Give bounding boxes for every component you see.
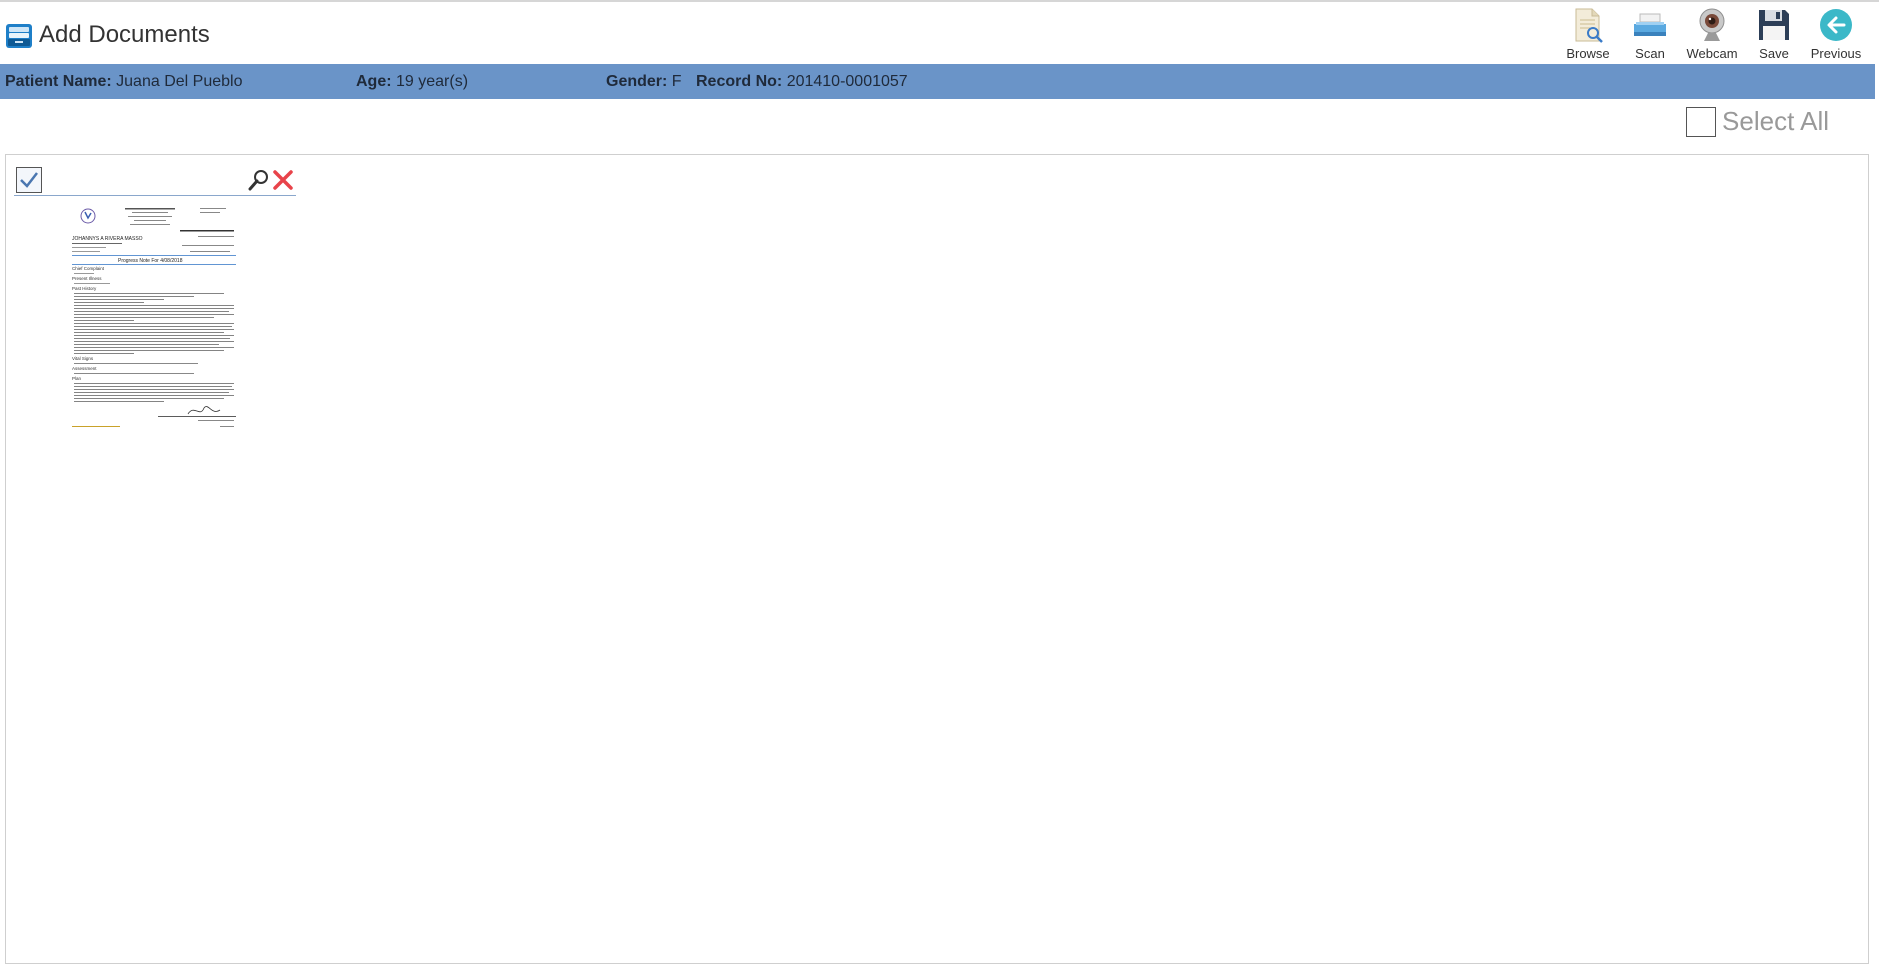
- previous-button[interactable]: Previous: [1807, 6, 1865, 61]
- previous-label: Previous: [1810, 46, 1862, 61]
- svg-text:JOHANNYS A RIVERA MASSO: JOHANNYS A RIVERA MASSO: [72, 236, 143, 242]
- title-area: Add Documents: [4, 20, 210, 50]
- patient-name-label: Patient Name:: [5, 73, 112, 90]
- patient-name-field: Patient Name: Juana Del Pueblo: [5, 73, 242, 91]
- document-card[interactable]: JOHANNYS A RIVERA MASSO Progress Note Fo…: [14, 165, 296, 436]
- age-field: Age: 19 year(s): [356, 73, 468, 91]
- webcam-button[interactable]: Webcam: [1683, 6, 1741, 61]
- document-card-header: [14, 165, 296, 196]
- svg-text:Present Illness: Present Illness: [72, 276, 102, 281]
- floppy-disk-icon: [1759, 10, 1789, 40]
- record-value: 201410-0001057: [786, 73, 908, 90]
- webcam-icon: [1699, 8, 1725, 41]
- arrow-left-circle-icon: [1820, 9, 1852, 41]
- browse-document-icon: [1575, 8, 1603, 43]
- svg-text:Vital Signs: Vital Signs: [72, 356, 94, 361]
- browse-button[interactable]: Browse: [1559, 6, 1617, 61]
- scanner-icon: [1634, 13, 1666, 36]
- document-thumbnail[interactable]: JOHANNYS A RIVERA MASSO Progress Note Fo…: [70, 204, 240, 436]
- record-field: Record No: 201410-0001057: [696, 73, 908, 91]
- page-title: Add Documents: [39, 21, 210, 48]
- header: Add Documents Browse Scan Webcam Save Pr…: [0, 4, 1879, 62]
- magnifier-icon[interactable]: [248, 169, 270, 191]
- scan-label: Scan: [1635, 46, 1665, 61]
- gender-value: F: [671, 73, 682, 90]
- toolbar: Browse Scan Webcam Save Previous: [1555, 6, 1865, 61]
- svg-text:Past History: Past History: [72, 286, 97, 291]
- documents-area: JOHANNYS A RIVERA MASSO Progress Note Fo…: [5, 154, 1869, 964]
- webcam-label: Webcam: [1686, 46, 1738, 61]
- svg-text:Assessment: Assessment: [72, 366, 97, 371]
- checkmark-icon: [20, 172, 38, 188]
- patient-info-bar: Patient Name: Juana Del Pueblo Age: 19 y…: [0, 64, 1875, 99]
- gender-label: Gender:: [606, 73, 668, 90]
- svg-text:Progress Note For 4/08/2018: Progress Note For 4/08/2018: [118, 258, 183, 264]
- patient-name-value: Juana Del Pueblo: [116, 73, 243, 90]
- record-label: Record No:: [696, 73, 783, 90]
- save-button[interactable]: Save: [1745, 6, 1803, 61]
- save-label: Save: [1759, 46, 1789, 61]
- age-value: 19 year(s): [396, 73, 469, 90]
- select-all-toggle[interactable]: Select All: [1686, 106, 1829, 137]
- svg-text:Plan: Plan: [72, 376, 82, 381]
- gender-field: Gender: F: [606, 73, 682, 91]
- delete-icon[interactable]: [272, 169, 294, 191]
- age-label: Age:: [356, 73, 392, 90]
- scan-button[interactable]: Scan: [1621, 6, 1679, 61]
- document-preview-image: JOHANNYS A RIVERA MASSO Progress Note Fo…: [72, 208, 236, 427]
- document-drawer-icon: [6, 24, 32, 48]
- select-all-label: Select All: [1722, 106, 1829, 136]
- svg-text:Chief Complaint: Chief Complaint: [72, 266, 105, 271]
- app-window: Add Documents Browse Scan Webcam Save Pr…: [0, 0, 1879, 969]
- document-checkbox[interactable]: [16, 167, 42, 193]
- browse-label: Browse: [1566, 46, 1610, 61]
- select-all-checkbox[interactable]: [1686, 106, 1717, 137]
